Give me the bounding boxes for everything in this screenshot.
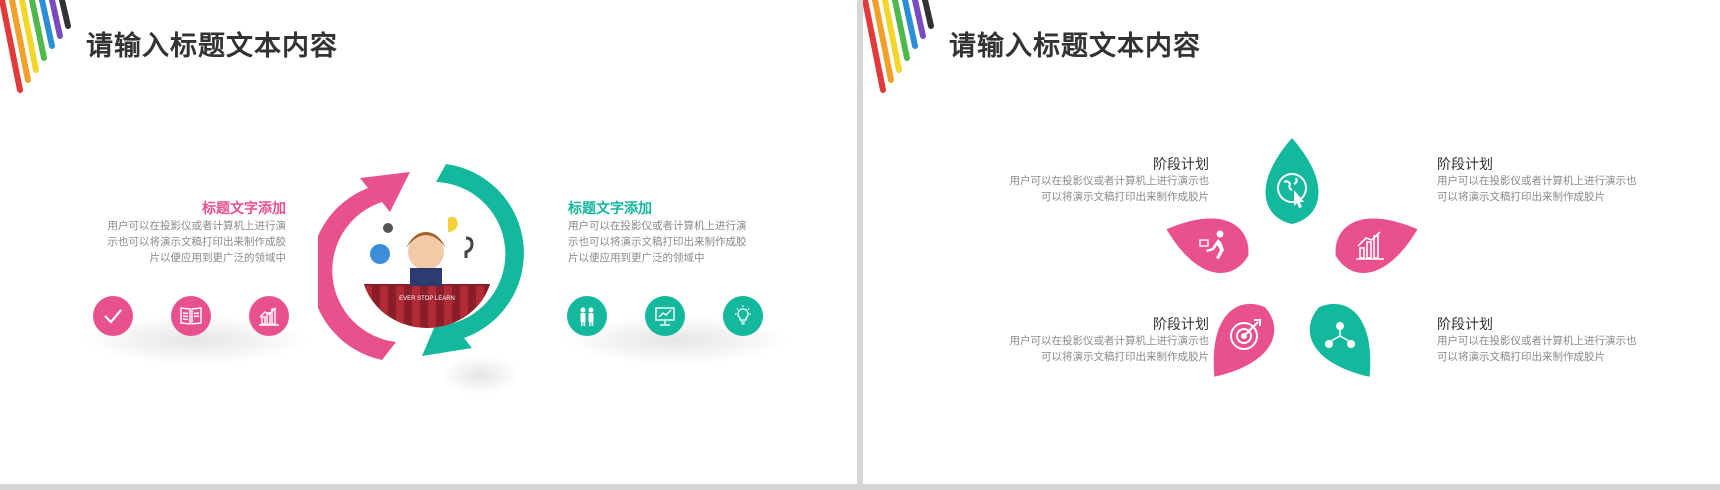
photo-caption: EVER STOP LEARN <box>399 296 455 302</box>
stage-title-top-right: 阶段计划 <box>1437 156 1493 172</box>
lightbulb-icon[interactable] <box>723 296 763 336</box>
shadow <box>440 355 520 395</box>
stage-text-top-right: 用户可以在投影仪或者计算机上进行演示也 可以将演示文稿打印出来制作成胶片 <box>1437 175 1637 203</box>
left-description: 用户可以在投影仪或者计算机上进行演 示也可以将演示文稿打印出来制作成胶 片以便应… <box>107 220 287 264</box>
stage-title-bottom-right: 阶段计划 <box>1437 316 1493 332</box>
check-icon[interactable] <box>93 296 133 336</box>
flower-center <box>1254 232 1330 308</box>
slide-2: 请输入标题文本内容 阶段计划 用户可以在投影仪或者计算机上进行演示也 可以将演示… <box>863 0 1720 484</box>
pencils-decoration <box>863 0 934 93</box>
learning-photo: EVER STOP LEARN <box>361 204 493 328</box>
stage-text-bottom-right: 用户可以在投影仪或者计算机上进行演示也 可以将演示文稿打印出来制作成胶片 <box>1437 335 1637 363</box>
petal-top[interactable] <box>1265 138 1319 224</box>
left-heading: 标题文字添加 <box>202 200 286 216</box>
five-petal-flower <box>1158 138 1426 392</box>
book-icon[interactable] <box>171 296 211 336</box>
page-title: 请输入标题文本内容 <box>86 31 338 61</box>
people-icon[interactable] <box>567 296 607 336</box>
petal-right[interactable] <box>1327 203 1426 281</box>
right-description: 用户可以在投影仪或者计算机上进行演 示也可以将演示文稿打印出来制作成胶 片以便应… <box>568 220 747 264</box>
bar-chart-icon[interactable] <box>249 296 289 336</box>
petal-bottom-right[interactable] <box>1297 291 1392 392</box>
right-heading: 标题文字添加 <box>568 200 652 216</box>
pencils-decoration <box>0 0 71 93</box>
page-title: 请输入标题文本内容 <box>949 31 1201 61</box>
presentation-icon[interactable] <box>645 296 685 336</box>
slide-1: 请输入标题文本内容 标题文字添加 用户可以在投影仪或者计算机上进行演 示也可以将… <box>0 0 857 484</box>
